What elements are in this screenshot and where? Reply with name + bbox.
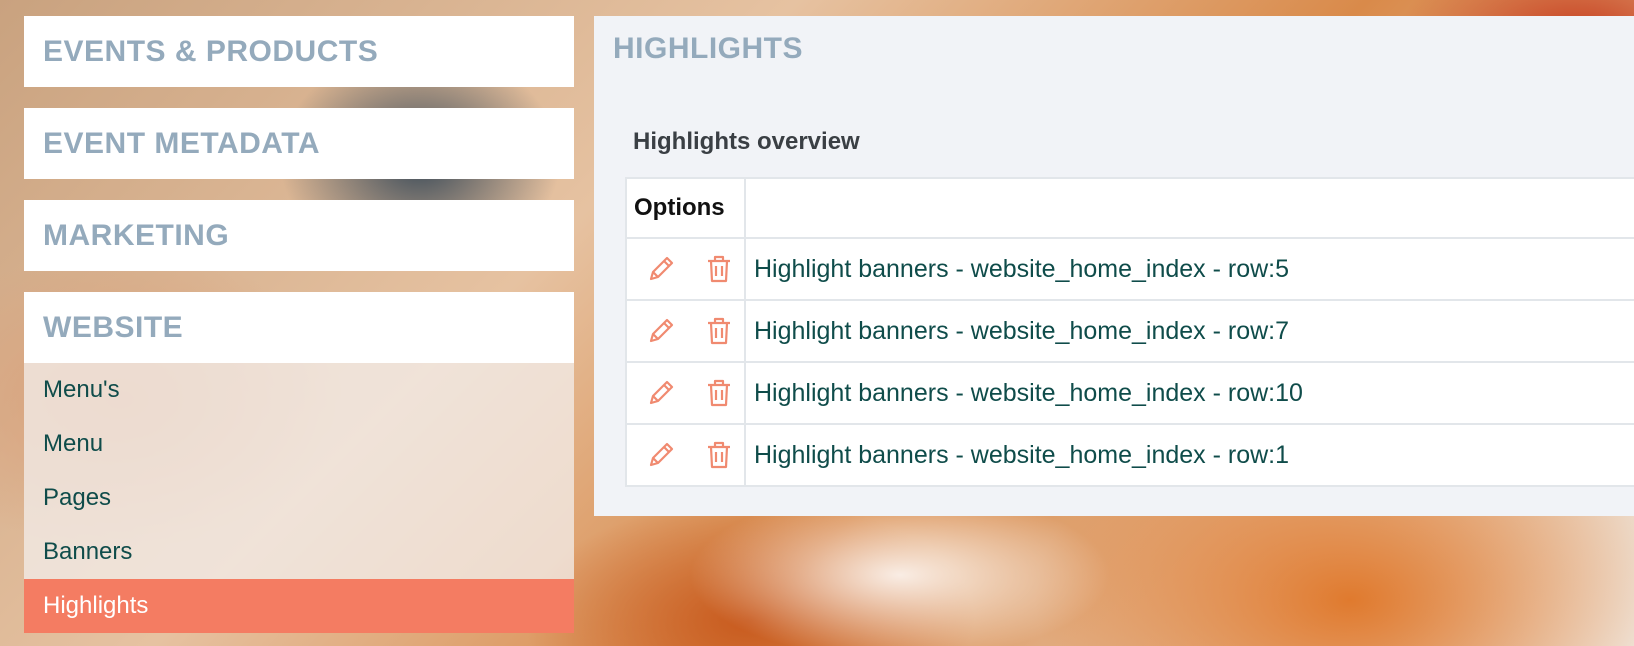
trash-icon[interactable] (699, 311, 739, 351)
pencil-icon[interactable] (641, 373, 681, 413)
page-title: HIGHLIGHTS (613, 32, 803, 65)
sidebar-item-pages[interactable]: Pages (24, 471, 574, 525)
category-label: EVENTS & PRODUCTS (43, 34, 379, 68)
trash-icon[interactable] (699, 249, 739, 289)
category-label: MARKETING (43, 218, 230, 252)
sidebar-item-menus[interactable]: Menu's (24, 363, 574, 417)
row-name-link[interactable]: Highlight banners - website_home_index -… (746, 363, 1634, 423)
sidebar-item-banners[interactable]: Banners (24, 525, 574, 579)
row-name-link[interactable]: Highlight banners - website_home_index -… (746, 425, 1634, 485)
row-options (625, 363, 746, 423)
row-options (625, 301, 746, 361)
pencil-icon[interactable] (641, 435, 681, 475)
row-options (625, 239, 746, 299)
row-options (625, 425, 746, 485)
sidebar-item-menu[interactable]: Menu (24, 417, 574, 471)
row-name-link[interactable]: Highlight banners - website_home_index -… (746, 239, 1634, 299)
pencil-icon[interactable] (641, 249, 681, 289)
name-column-header (746, 179, 1634, 237)
main-panel: HIGHLIGHTS Highlights overview Options H… (594, 16, 1634, 516)
table-row: Highlight banners - website_home_index -… (625, 239, 1634, 301)
trash-icon[interactable] (699, 373, 739, 413)
website-submenu: Menu's Menu Pages Banners Highlights (24, 363, 574, 633)
trash-icon[interactable] (699, 435, 739, 475)
options-column-header: Options (625, 179, 746, 237)
sidebar-item-highlights[interactable]: Highlights (24, 579, 574, 633)
table-header-row: Options (625, 179, 1634, 239)
table-row: Highlight banners - website_home_index -… (625, 363, 1634, 425)
category-marketing[interactable]: MARKETING (24, 200, 574, 271)
section-heading: Highlights overview (633, 128, 860, 155)
category-events-products[interactable]: EVENTS & PRODUCTS (24, 16, 574, 87)
pencil-icon[interactable] (641, 311, 681, 351)
category-label: WEBSITE (43, 310, 184, 344)
table-row: Highlight banners - website_home_index -… (625, 425, 1634, 487)
row-name-link[interactable]: Highlight banners - website_home_index -… (746, 301, 1634, 361)
category-label: EVENT METADATA (43, 126, 320, 160)
highlights-table: Options Highlight banners - website_home… (625, 177, 1634, 487)
sidebar: EVENTS & PRODUCTS EVENT METADATA MARKETI… (24, 16, 574, 633)
category-website[interactable]: WEBSITE (24, 292, 574, 363)
category-event-metadata[interactable]: EVENT METADATA (24, 108, 574, 179)
table-row: Highlight banners - website_home_index -… (625, 301, 1634, 363)
